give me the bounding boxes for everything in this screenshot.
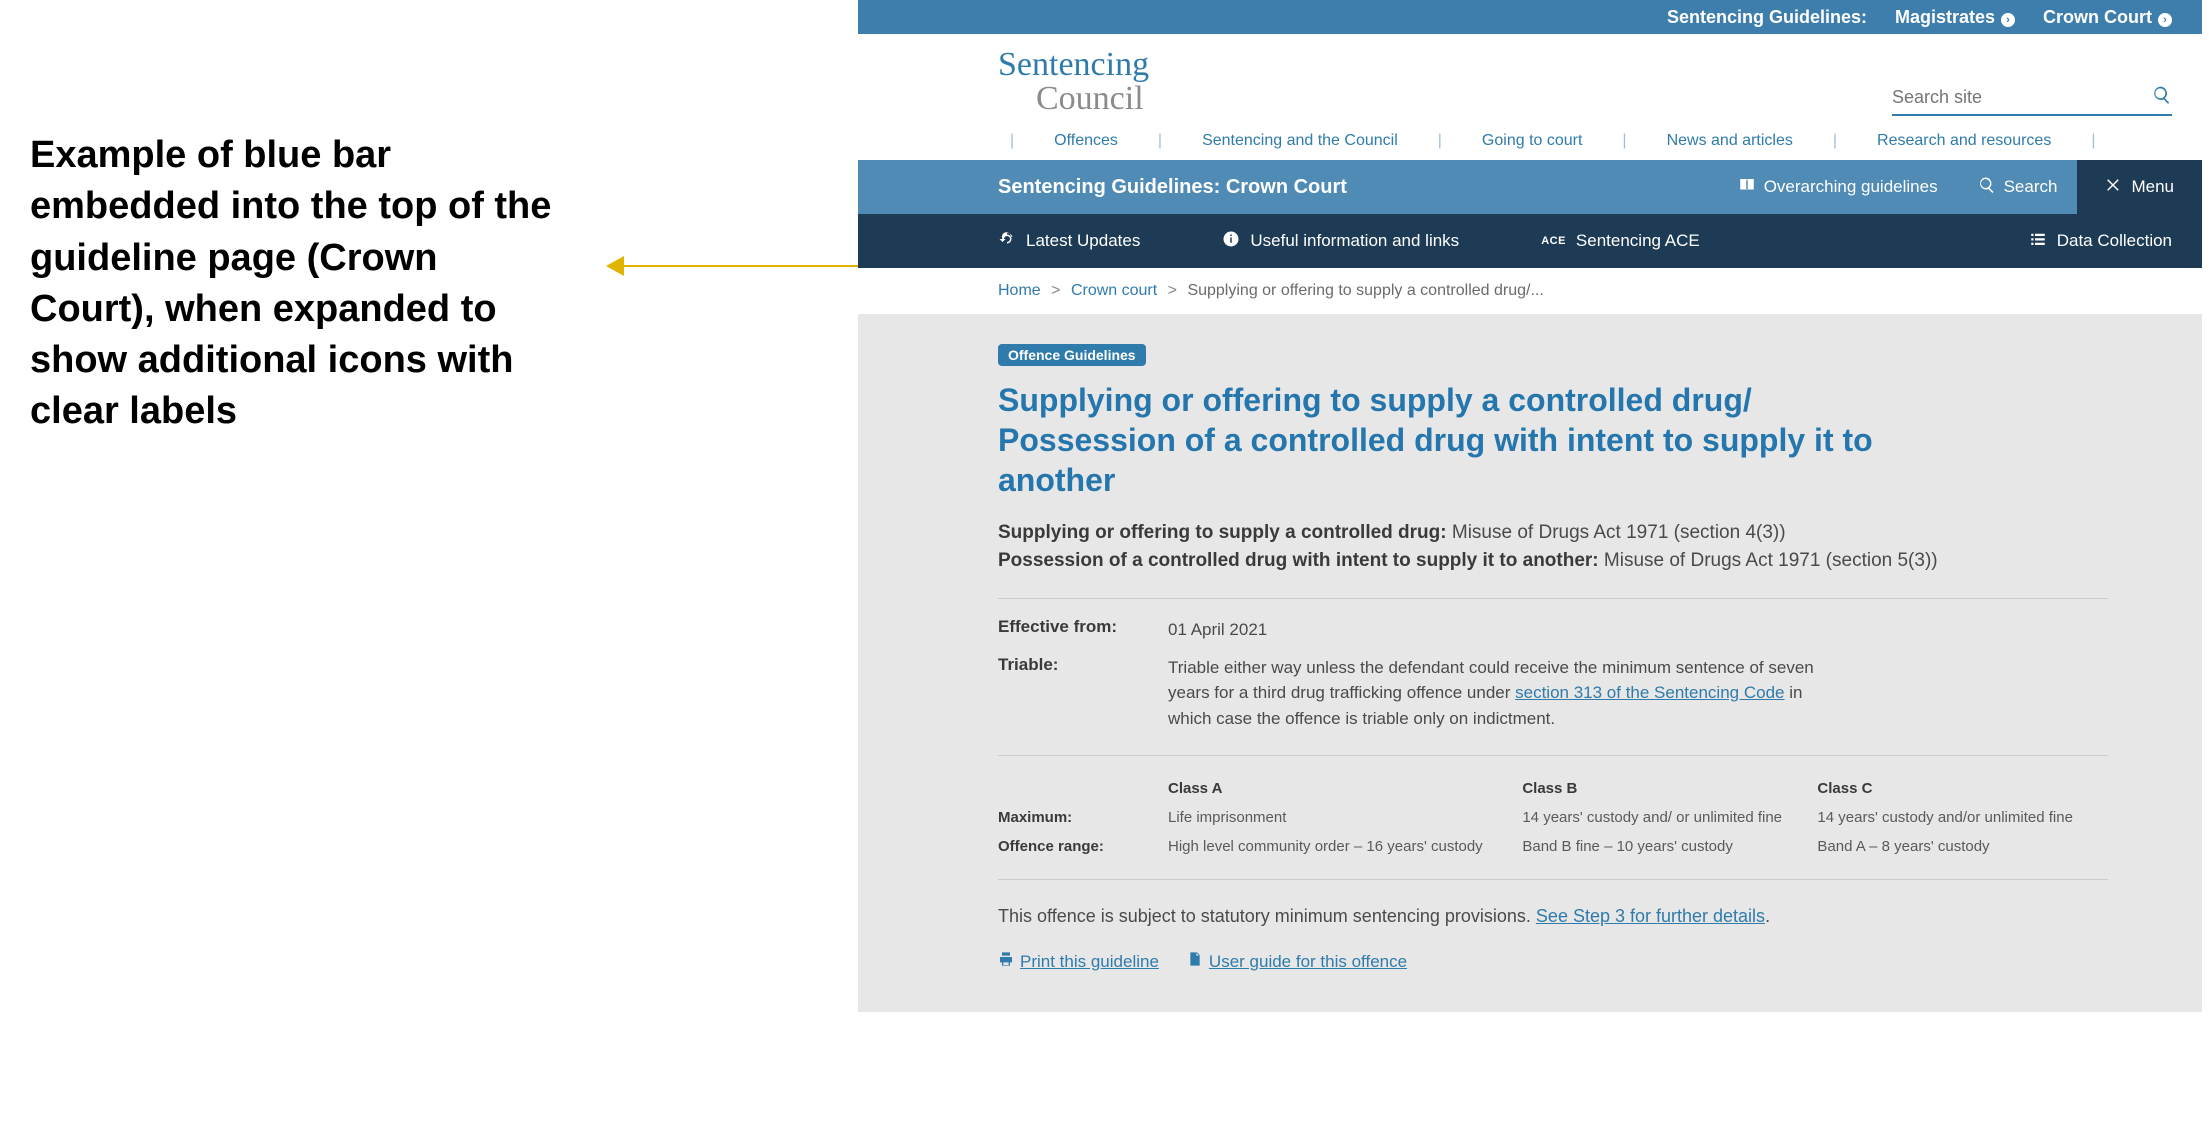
col-class-b: Class B — [1522, 774, 1817, 803]
logo-word-1: Sentencing — [998, 48, 1149, 82]
topbar-link-magistrates[interactable]: Magistrates› — [1895, 7, 2015, 28]
row-maximum-label: Maximum: — [998, 803, 1168, 832]
nav-sentencing-council[interactable]: Sentencing and the Council — [1174, 132, 1426, 150]
page-title: Supplying or offering to supply a contro… — [998, 380, 1878, 500]
max-class-c: 14 years' custody and/or unlimited fine — [1817, 803, 2108, 832]
breadcrumb-separator: > — [1045, 282, 1066, 299]
topbar-link-crown-court[interactable]: Crown Court› — [2043, 7, 2172, 28]
nav-separator: | — [2079, 132, 2107, 150]
screenshot-frame: Sentencing Guidelines: Magistrates› Crow… — [858, 0, 2202, 1012]
max-class-a: Life imprisonment — [1168, 803, 1522, 832]
nav-separator: | — [1610, 132, 1638, 150]
annotation-arrow — [620, 265, 860, 267]
nav-separator: | — [1821, 132, 1849, 150]
topbar-prefix: Sentencing Guidelines: — [1667, 7, 1867, 28]
range-class-c: Band A – 8 years' custody — [1817, 832, 2108, 861]
user-guide-link[interactable]: User guide for this offence — [1187, 951, 1407, 972]
breadcrumb-current: Supplying or offering to supply a contro… — [1187, 282, 1543, 299]
close-icon — [2105, 176, 2123, 199]
effective-value: 01 April 2021 — [1168, 617, 1848, 643]
breadcrumb-separator: > — [1162, 282, 1183, 299]
class-header-row: Class A Class B Class C — [998, 774, 2108, 803]
breadcrumb: Home > Crown court > Supplying or offeri… — [858, 268, 2202, 314]
darkbar-useful-info[interactable]: Useful information and links — [1222, 230, 1501, 253]
document-icon — [1187, 951, 1203, 972]
range-class-b: Band B fine – 10 years' custody — [1522, 832, 1817, 861]
print-icon — [998, 951, 1014, 972]
bluebar-search[interactable]: Search — [1958, 160, 2078, 214]
info-icon — [1222, 230, 1240, 253]
sentencing-code-link[interactable]: section 313 of the Sentencing Code — [1515, 683, 1784, 702]
effective-label: Effective from: — [998, 617, 1168, 643]
guideline-blue-bar: Sentencing Guidelines: Crown Court Overa… — [858, 160, 2202, 214]
site-logo[interactable]: Sentencing Council — [998, 48, 1149, 116]
logo-word-2: Council — [998, 82, 1149, 116]
col-class-c: Class C — [1817, 774, 2108, 803]
nav-separator: | — [1146, 132, 1174, 150]
primary-nav: | Offences | Sentencing and the Council … — [858, 126, 2202, 160]
refresh-icon — [998, 230, 1016, 253]
offence-range-row: Offence range: High level community orde… — [998, 832, 2108, 861]
class-table: Class A Class B Class C Maximum: Life im… — [998, 755, 2108, 880]
top-utility-bar: Sentencing Guidelines: Magistrates› Crow… — [858, 0, 2202, 34]
search-icon[interactable] — [2152, 85, 2172, 110]
annotation-text: Example of blue bar embedded into the to… — [30, 130, 560, 438]
nav-going-to-court[interactable]: Going to court — [1454, 132, 1611, 150]
darkbar-data-collection[interactable]: Data Collection — [2029, 230, 2172, 253]
bluebar-menu-toggle[interactable]: Menu — [2077, 160, 2202, 214]
chevron-right-icon: › — [2001, 13, 2015, 27]
header-row: Sentencing Council — [858, 34, 2202, 126]
offence-pill: Offence Guidelines — [998, 344, 1146, 366]
row-range-label: Offence range: — [998, 832, 1168, 861]
bluebar-title: Sentencing Guidelines: Crown Court — [998, 176, 1347, 199]
nav-news-articles[interactable]: News and articles — [1639, 132, 1821, 150]
darkbar-sentencing-ace[interactable]: ACE Sentencing ACE — [1541, 231, 1742, 251]
offence-line-1: Supplying or offering to supply a contro… — [998, 522, 2108, 544]
guideline-expanded-bar: Latest Updates Useful information and li… — [858, 214, 2202, 268]
list-icon — [2029, 230, 2047, 253]
darkbar-latest-updates[interactable]: Latest Updates — [998, 230, 1182, 253]
col-class-a: Class A — [1168, 774, 1522, 803]
nav-offences[interactable]: Offences — [1026, 132, 1146, 150]
search-icon — [1978, 176, 1996, 199]
nav-separator: | — [998, 132, 1026, 150]
breadcrumb-crown-court[interactable]: Crown court — [1071, 282, 1157, 299]
site-search[interactable] — [1892, 85, 2172, 116]
content-area: Offence Guidelines Supplying or offering… — [858, 314, 2202, 1012]
triable-value: Triable either way unless the defendant … — [1168, 655, 1848, 732]
offence-line-2: Possession of a controlled drug with int… — [998, 550, 2108, 572]
maximum-row: Maximum: Life imprisonment 14 years' cus… — [998, 803, 2108, 832]
nav-separator: | — [1426, 132, 1454, 150]
triable-row: Triable: Triable either way unless the d… — [998, 649, 2108, 732]
effective-from-row: Effective from: 01 April 2021 — [998, 598, 2108, 643]
chevron-right-icon: › — [2158, 13, 2172, 27]
range-class-a: High level community order – 16 years' c… — [1168, 832, 1522, 861]
statutory-note: This offence is subject to statutory min… — [998, 906, 2108, 927]
bluebar-overarching-guidelines[interactable]: Overarching guidelines — [1718, 160, 1958, 214]
max-class-b: 14 years' custody and/ or unlimited fine — [1522, 803, 1817, 832]
book-icon — [1738, 176, 1756, 199]
print-guideline-link[interactable]: Print this guideline — [998, 951, 1159, 972]
ace-icon: ACE — [1541, 235, 1566, 247]
nav-research-resources[interactable]: Research and resources — [1849, 132, 2079, 150]
triable-label: Triable: — [998, 655, 1168, 732]
action-links: Print this guideline User guide for this… — [998, 951, 2108, 972]
search-input[interactable] — [1892, 87, 2152, 108]
breadcrumb-home[interactable]: Home — [998, 282, 1041, 299]
see-step-3-link[interactable]: See Step 3 for further details — [1536, 906, 1765, 926]
